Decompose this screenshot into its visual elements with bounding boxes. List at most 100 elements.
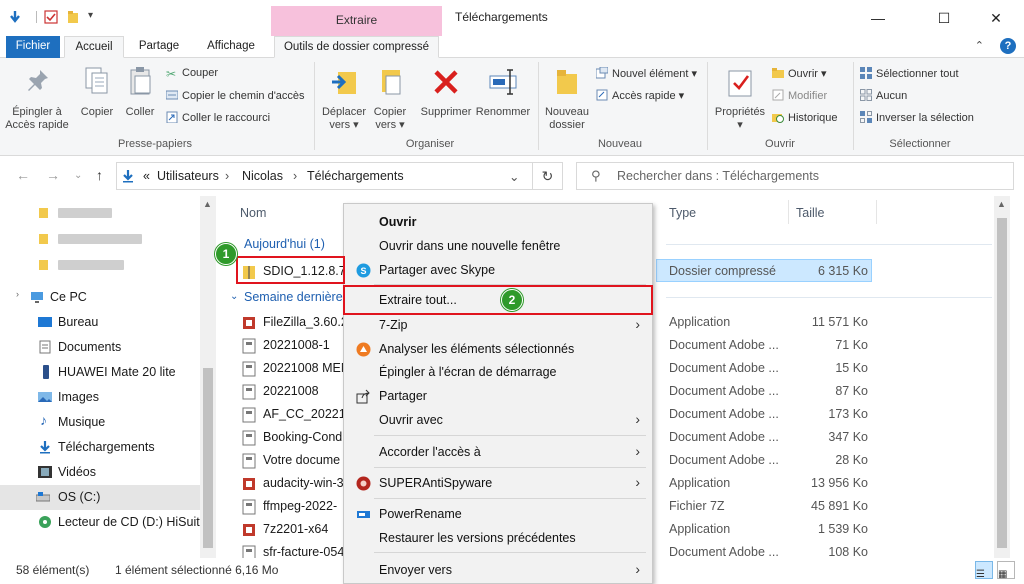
- invert-selection-button[interactable]: Inverser la sélection: [860, 111, 974, 124]
- checkbox-icon[interactable]: [44, 10, 58, 24]
- skype-icon: S: [356, 263, 371, 278]
- properties-button[interactable]: Propriétés ▾: [712, 62, 768, 136]
- menu-item-7zip[interactable]: 7-Zip ›: [344, 314, 652, 337]
- refresh-button[interactable]: ↻: [533, 162, 563, 190]
- nav-item-pinned-1[interactable]: [0, 200, 200, 225]
- move-to-label: Déplacer vers ▾: [321, 106, 367, 131]
- rename-button[interactable]: Renommer: [474, 62, 532, 136]
- cut-label: Couper: [182, 67, 219, 79]
- group-header-today[interactable]: Aujourd'hui (1): [244, 237, 325, 251]
- column-separator[interactable]: [788, 200, 789, 224]
- menu-item-share[interactable]: Partager: [344, 385, 652, 408]
- address-dropdown-icon[interactable]: ⌄: [509, 169, 519, 184]
- breadcrumb-nicolas[interactable]: Nicolas: [242, 169, 283, 183]
- collapse-group-icon[interactable]: ⌄: [230, 291, 238, 302]
- navigation-pane: › Ce PC Bureau Documents HUAWEI Mate 20 l…: [0, 196, 216, 558]
- menu-item-open[interactable]: Ouvrir: [344, 211, 652, 234]
- tab-view[interactable]: Affichage: [196, 36, 266, 58]
- copy-path-button[interactable]: Copier le chemin d'accès: [166, 89, 305, 102]
- nav-item-pictures[interactable]: Images: [0, 385, 200, 410]
- nav-item-pinned-2[interactable]: [0, 226, 200, 251]
- copy-button[interactable]: Copier: [76, 62, 118, 136]
- menu-item-superantispyware[interactable]: SUPERAntiSpyware ›: [344, 472, 652, 495]
- menu-item-analyze[interactable]: Analyser les éléments sélectionnés: [344, 338, 652, 361]
- nav-item-desktop[interactable]: Bureau: [0, 310, 200, 335]
- nav-item-videos[interactable]: Vidéos: [0, 460, 200, 485]
- breadcrumb-downloads[interactable]: Téléchargements: [307, 169, 404, 183]
- collapse-ribbon-icon[interactable]: ⌃: [975, 39, 984, 52]
- column-header-name[interactable]: Nom: [240, 206, 266, 220]
- qat-dropdown-icon[interactable]: ▾: [88, 10, 93, 21]
- search-input[interactable]: ⚲ Rechercher dans : Téléchargements: [576, 162, 1014, 190]
- menu-item-restore-versions[interactable]: Restaurer les versions précédentes: [344, 527, 652, 550]
- close-button[interactable]: ✕: [974, 5, 1018, 31]
- column-separator[interactable]: [876, 200, 877, 224]
- column-header-size[interactable]: Taille: [796, 206, 825, 220]
- details-view-button[interactable]: ☰: [975, 561, 993, 580]
- move-to-button[interactable]: Déplacer vers ▾: [318, 62, 370, 136]
- tab-file[interactable]: Fichier: [6, 36, 60, 58]
- menu-item-send-to[interactable]: Envoyer vers ›: [344, 559, 652, 582]
- nav-item-huawei[interactable]: HUAWEI Mate 20 lite: [0, 360, 200, 385]
- breadcrumb-users[interactable]: Utilisateurs: [157, 169, 219, 183]
- scroll-up-icon[interactable]: ▲: [997, 199, 1006, 209]
- delete-button[interactable]: Supprimer: [418, 62, 474, 136]
- nav-item-os-c[interactable]: OS (C:): [0, 485, 200, 510]
- nav-item-pinned-3[interactable]: [0, 252, 200, 277]
- help-icon[interactable]: ?: [1000, 38, 1016, 54]
- file-list-scrollbar-thumb[interactable]: [997, 218, 1007, 548]
- group-header-last-week[interactable]: Semaine dernière: [244, 290, 343, 304]
- nav-item-music[interactable]: ♪ Musique: [0, 410, 200, 435]
- new-folder-button[interactable]: Nouveau dossier: [542, 62, 592, 136]
- up-arrow-icon[interactable]: ↑: [96, 167, 103, 183]
- maximize-button[interactable]: ☐: [922, 5, 966, 31]
- expand-chevron-icon[interactable]: ›: [16, 289, 19, 299]
- nav-item-documents[interactable]: Documents: [0, 335, 200, 360]
- nav-item-this-pc[interactable]: › Ce PC: [0, 285, 200, 310]
- group-label-organize: Organiser: [405, 138, 455, 150]
- new-folder-icon[interactable]: [66, 10, 80, 24]
- select-all-button[interactable]: Sélectionner tout: [860, 67, 959, 80]
- menu-item-open-with[interactable]: Ouvrir avec ›: [344, 409, 652, 432]
- history-button[interactable]: Historique: [772, 111, 838, 124]
- paste-shortcut-button[interactable]: Coller le raccourci: [166, 111, 270, 124]
- cut-button[interactable]: ✂ Couper: [166, 67, 219, 81]
- minimize-button[interactable]: —: [856, 5, 900, 31]
- address-overflow[interactable]: «: [143, 169, 150, 183]
- nav-label: Bureau: [58, 315, 99, 329]
- nav-scrollbar-thumb[interactable]: [203, 368, 213, 548]
- contextual-tab-extract[interactable]: Extraire: [271, 6, 442, 36]
- large-icons-view-button[interactable]: ▦: [997, 561, 1015, 580]
- nav-item-cd-drive[interactable]: Lecteur de CD (D:) HiSuite: [0, 510, 207, 535]
- tab-compressed-folder-tools[interactable]: Outils de dossier compressé: [274, 36, 439, 58]
- pin-quick-access-button[interactable]: Épingler à Accès rapide: [4, 62, 70, 136]
- address-bar[interactable]: « Utilisateurs › Nicolas › Téléchargemen…: [116, 162, 533, 190]
- properties-dropdown-icon: ▾: [737, 119, 743, 131]
- menu-label: Épingler à l'écran de démarrage: [379, 365, 557, 379]
- item-count: 58 élément(s): [16, 563, 90, 577]
- menu-item-open-new-window[interactable]: Ouvrir dans une nouvelle fenêtre: [344, 235, 652, 258]
- tab-share[interactable]: Partage: [130, 36, 188, 58]
- quick-access-button[interactable]: Accès rapide ▾: [596, 89, 684, 102]
- open-button[interactable]: Ouvrir ▾: [772, 67, 827, 80]
- menu-item-share-skype[interactable]: S Partager avec Skype: [344, 259, 652, 282]
- phone-icon: [43, 365, 49, 379]
- copy-to-button[interactable]: Copier vers ▾: [370, 62, 410, 136]
- nav-label: Téléchargements: [58, 440, 155, 454]
- tab-home[interactable]: Accueil: [64, 36, 124, 58]
- nav-item-downloads[interactable]: Téléchargements: [0, 435, 200, 460]
- menu-separator: [374, 435, 646, 436]
- new-item-button[interactable]: Nouvel élément ▾: [596, 67, 697, 80]
- scroll-up-icon[interactable]: ▲: [203, 199, 212, 209]
- paste-button[interactable]: Coller: [120, 62, 160, 136]
- select-none-button[interactable]: Aucun: [860, 89, 907, 102]
- menu-item-grant-access[interactable]: Accorder l'accès à ›: [344, 441, 652, 464]
- menu-item-pin-start[interactable]: Épingler à l'écran de démarrage: [344, 361, 652, 384]
- menu-item-powerrename[interactable]: PowerRename: [344, 503, 652, 526]
- forward-arrow-icon[interactable]: →: [46, 167, 60, 183]
- column-header-type[interactable]: Type: [669, 206, 696, 220]
- back-arrow-icon[interactable]: ←: [16, 167, 30, 183]
- search-icon: ⚲: [591, 168, 601, 183]
- properties-arrow-icon[interactable]: [8, 10, 22, 24]
- recent-locations-icon[interactable]: ⌄: [74, 170, 82, 181]
